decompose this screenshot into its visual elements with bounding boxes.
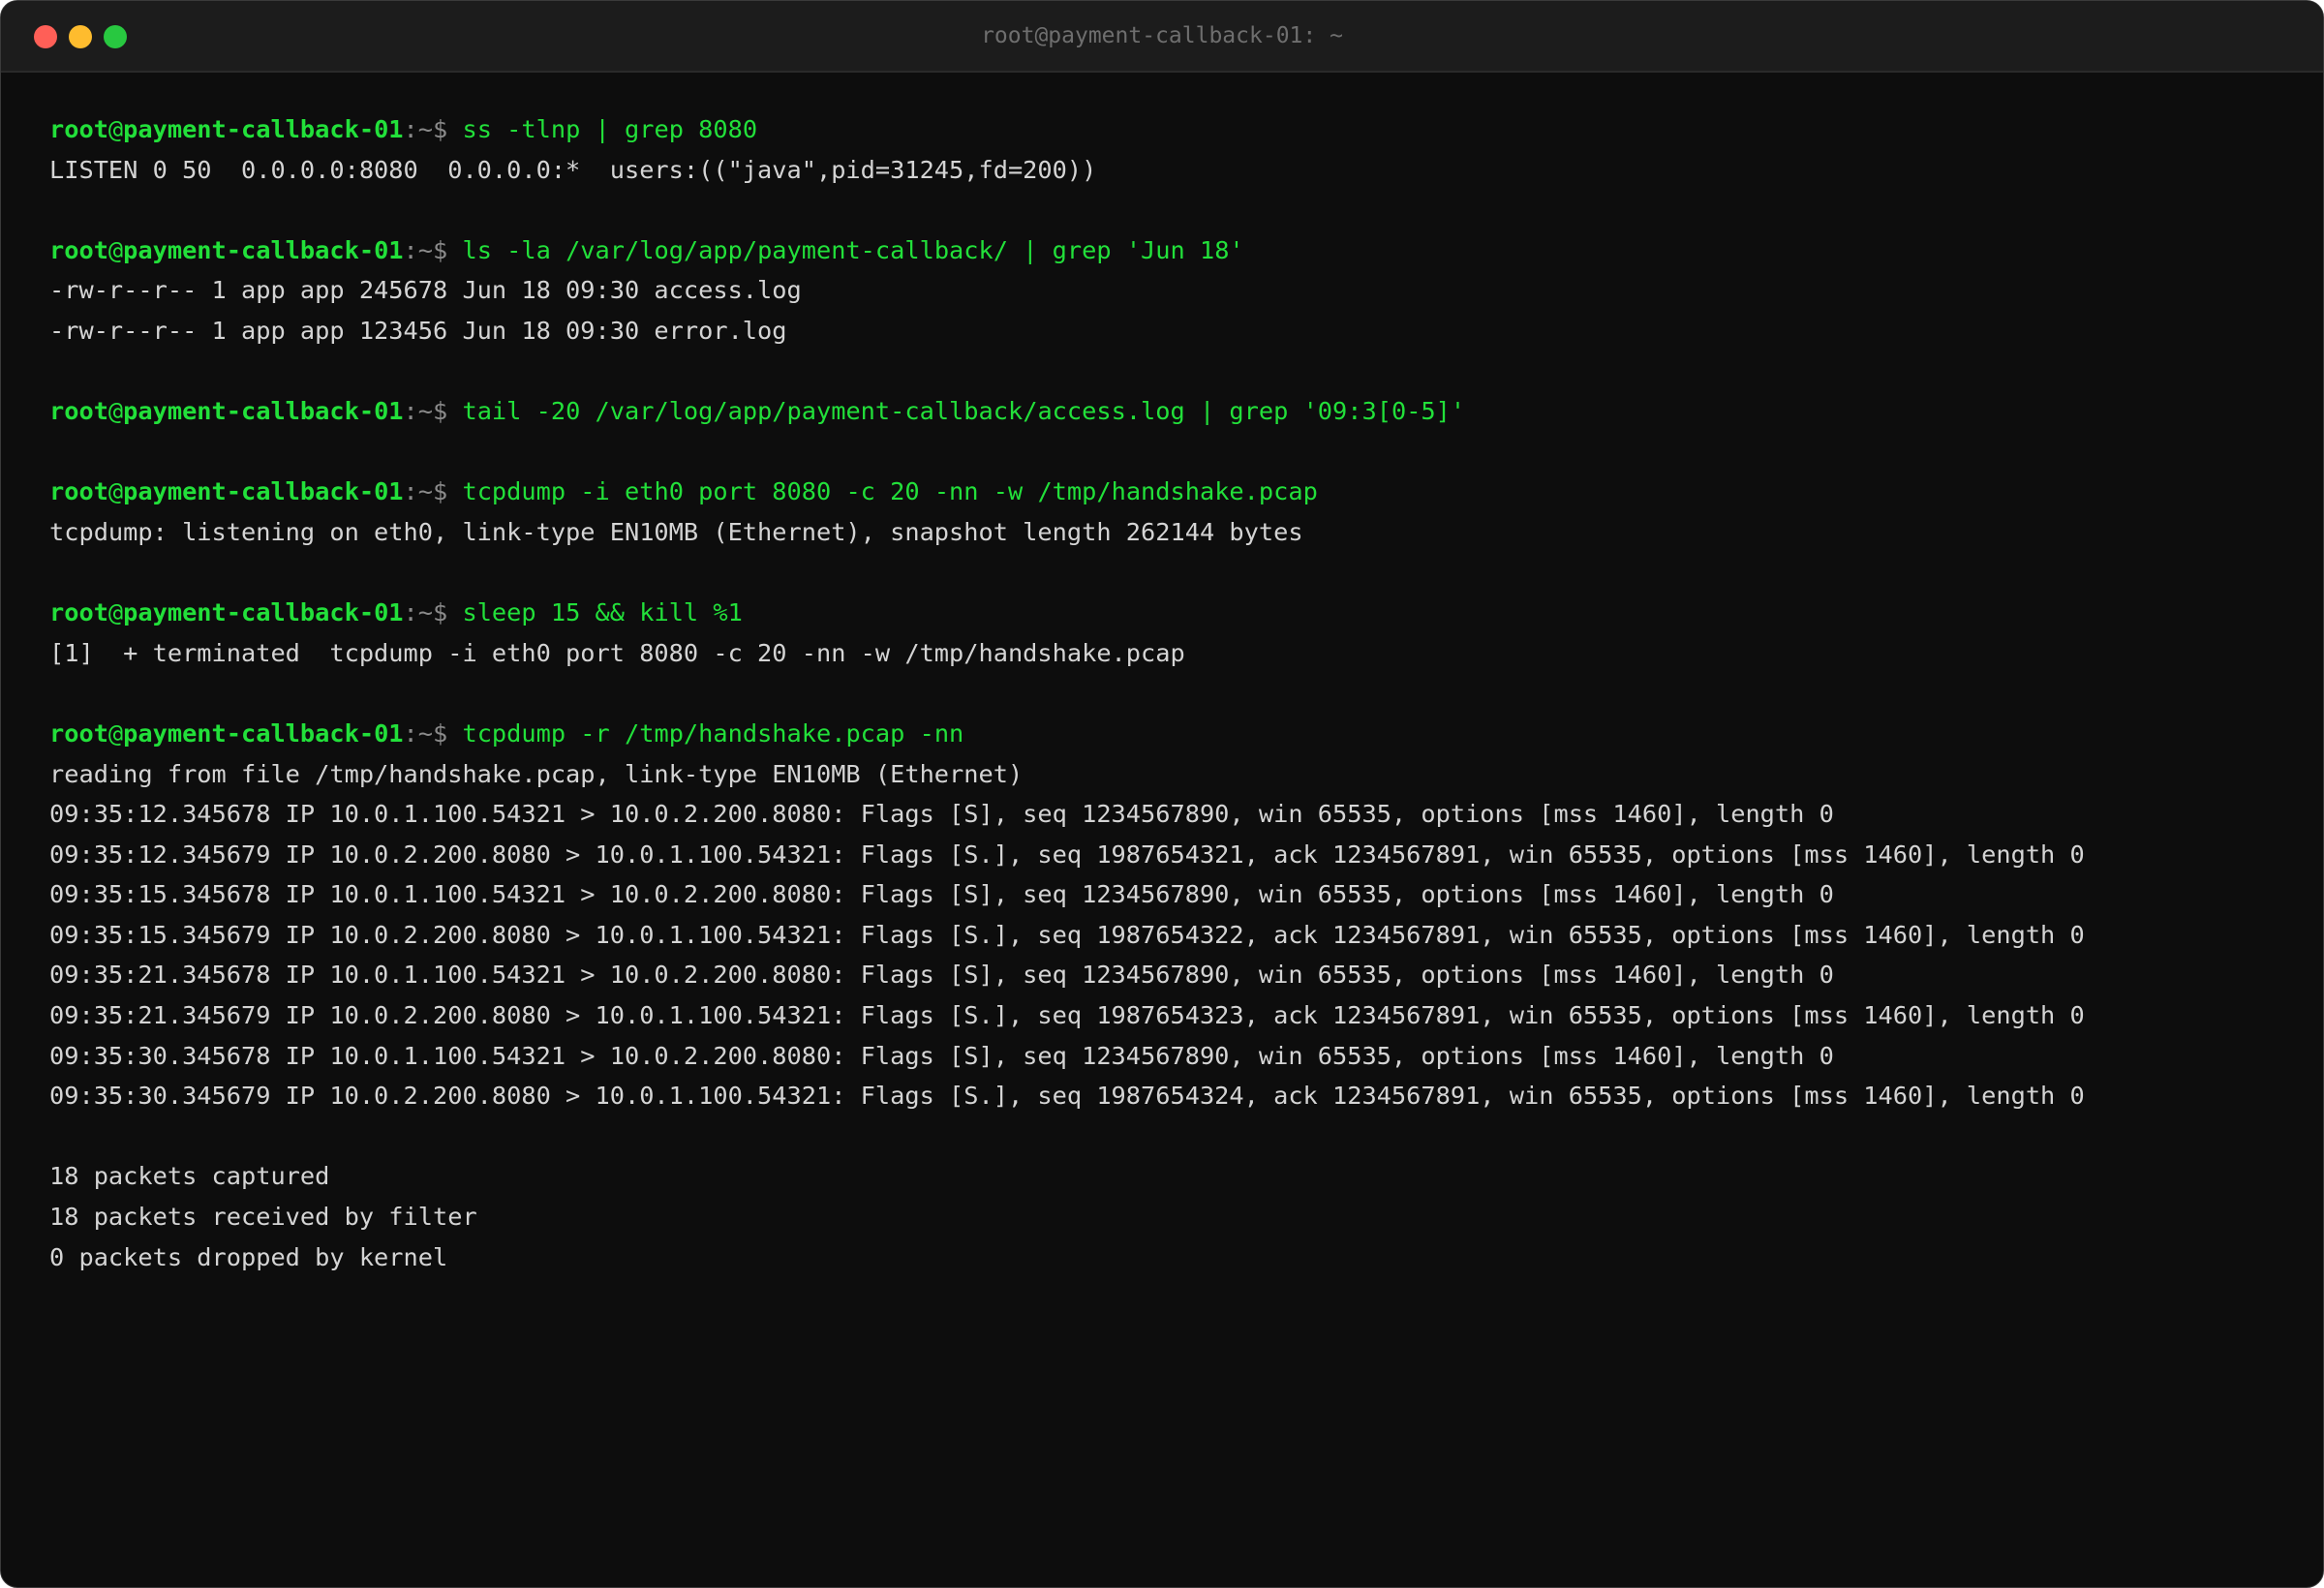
prompt-colon: : xyxy=(403,718,418,748)
command-line: root@payment-callback-01:~$ ss -tlnp | g… xyxy=(49,109,2284,150)
prompt-user: root xyxy=(49,115,108,143)
prompt-colon: : xyxy=(403,477,418,506)
prompt-host: payment-callback-01 xyxy=(123,477,404,506)
output-line: 09:35:30.345679 IP 10.0.2.200.8080 > 10.… xyxy=(49,1082,2085,1111)
title-bar[interactable]: root@payment-callback-01: ~ xyxy=(1,1,2323,73)
command-line: root@payment-callback-01:~$ tail -20 /va… xyxy=(49,391,2284,432)
output-line: -rw-r--r-- 1 app app 245678 Jun 18 09:30… xyxy=(49,276,802,305)
output-line: 09:35:12.345679 IP 10.0.2.200.8080 > 10.… xyxy=(49,840,2085,869)
prompt-user: root xyxy=(49,397,108,426)
command-text: tcpdump -r /tmp/handshake.pcap -nn xyxy=(462,718,964,748)
prompt-at: @ xyxy=(107,397,124,426)
command-text: tcpdump -i eth0 port 8080 -c 20 -nn -w /… xyxy=(462,477,1318,506)
prompt-at: @ xyxy=(107,235,124,264)
prompt-symbol: $ xyxy=(433,397,463,426)
output-line: LISTEN 0 50 0.0.0.0:8080 0.0.0.0:* users… xyxy=(49,155,1097,184)
prompt-path: ~ xyxy=(417,115,433,143)
output-line: 09:35:12.345678 IP 10.0.1.100.54321 > 10… xyxy=(49,800,1834,829)
output-line: 09:35:30.345678 IP 10.0.1.100.54321 > 10… xyxy=(49,1041,1834,1070)
prompt-at: @ xyxy=(107,718,124,748)
prompt-path: ~ xyxy=(417,598,433,627)
command-line: root@payment-callback-01:~$ tcpdump -r /… xyxy=(49,714,2284,754)
prompt-host: payment-callback-01 xyxy=(123,718,404,748)
output-line: 18 packets received by filter xyxy=(49,1203,477,1232)
prompt-user: root xyxy=(49,598,108,627)
prompt-path: ~ xyxy=(417,718,433,748)
command-text: sleep 15 && kill %1 xyxy=(462,598,743,627)
output-line: 0 packets dropped by kernel xyxy=(49,1242,448,1271)
prompt-host: payment-callback-01 xyxy=(123,235,404,264)
prompt-at: @ xyxy=(107,477,124,506)
prompt-path: ~ xyxy=(417,235,433,264)
output-line: reading from file /tmp/handshake.pcap, l… xyxy=(49,759,1024,788)
prompt-host: payment-callback-01 xyxy=(123,598,404,627)
output-line: -rw-r--r-- 1 app app 123456 Jun 18 09:30… xyxy=(49,316,787,345)
command-text: ss -tlnp | grep 8080 xyxy=(462,115,758,143)
prompt-path: ~ xyxy=(417,397,433,426)
terminal-output[interactable]: root@payment-callback-01:~$ ss -tlnp | g… xyxy=(49,109,2284,1277)
prompt-colon: : xyxy=(403,397,418,426)
output-line: 09:35:21.345679 IP 10.0.2.200.8080 > 10.… xyxy=(49,1001,2085,1030)
command-text: tail -20 /var/log/app/payment-callback/a… xyxy=(462,397,1466,426)
command-line: root@payment-callback-01:~$ tcpdump -i e… xyxy=(49,472,2284,512)
prompt-symbol: $ xyxy=(433,598,463,627)
prompt-symbol: $ xyxy=(433,718,463,748)
prompt-host: payment-callback-01 xyxy=(123,397,404,426)
output-line: tcpdump: listening on eth0, link-type EN… xyxy=(49,517,1303,546)
terminal-window: root@payment-callback-01: ~ root@payment… xyxy=(0,0,2324,1588)
prompt-symbol: $ xyxy=(433,235,463,264)
prompt-colon: : xyxy=(403,115,418,143)
prompt-symbol: $ xyxy=(433,115,463,143)
output-line: 09:35:21.345678 IP 10.0.1.100.54321 > 10… xyxy=(49,961,1834,990)
prompt-at: @ xyxy=(107,115,124,143)
output-line: 09:35:15.345679 IP 10.0.2.200.8080 > 10.… xyxy=(49,920,2085,949)
prompt-symbol: $ xyxy=(433,477,463,506)
output-line: [1] + terminated tcpdump -i eth0 port 80… xyxy=(49,638,1185,667)
prompt-host: payment-callback-01 xyxy=(123,115,404,143)
prompt-at: @ xyxy=(107,598,124,627)
window-title: root@payment-callback-01: ~ xyxy=(981,23,1343,48)
prompt-colon: : xyxy=(403,235,418,264)
output-line: 09:35:15.345678 IP 10.0.1.100.54321 > 10… xyxy=(49,880,1834,909)
prompt-user: root xyxy=(49,477,108,506)
prompt-user: root xyxy=(49,235,108,264)
prompt-user: root xyxy=(49,718,108,748)
output-line: 18 packets captured xyxy=(49,1162,330,1191)
prompt-colon: : xyxy=(403,598,418,627)
prompt-path: ~ xyxy=(417,477,433,506)
command-line: root@payment-callback-01:~$ sleep 15 && … xyxy=(49,593,2284,633)
command-text: ls -la /var/log/app/payment-callback/ | … xyxy=(462,235,1244,264)
command-line: root@payment-callback-01:~$ ls -la /var/… xyxy=(49,230,2284,271)
